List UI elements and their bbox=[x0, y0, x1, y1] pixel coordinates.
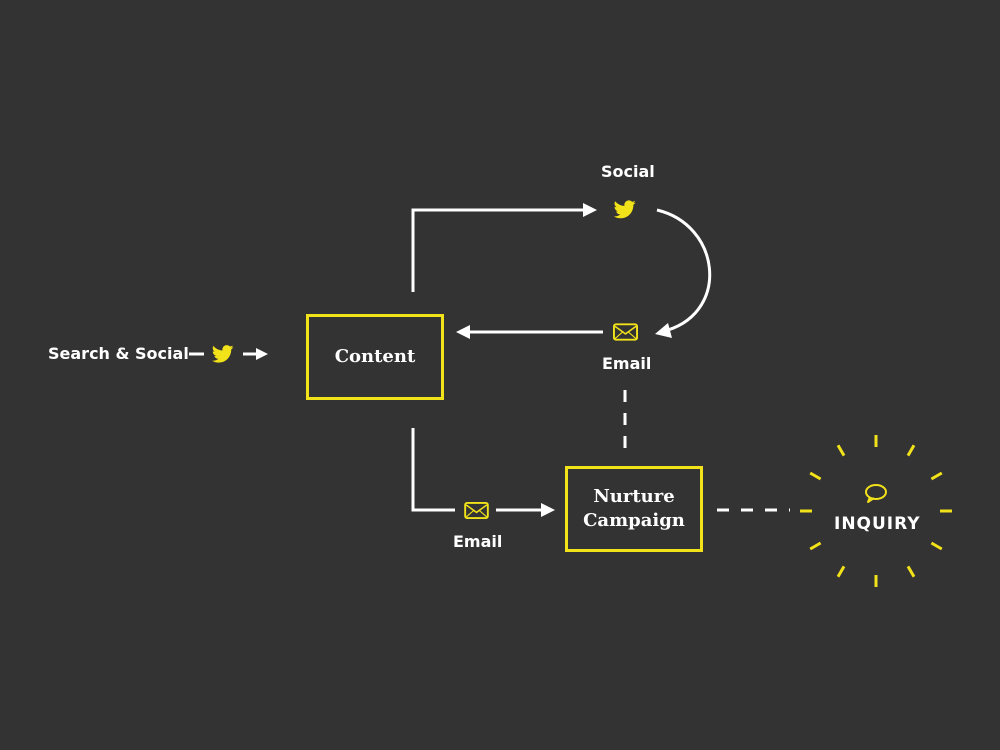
burst-ray bbox=[906, 565, 916, 578]
burst-ray bbox=[809, 471, 822, 481]
burst-ray bbox=[809, 541, 822, 551]
diagram-canvas bbox=[189, 200, 952, 587]
inbound-connector bbox=[189, 345, 268, 363]
twitter-bird-icon bbox=[614, 200, 636, 219]
email-label-top: Email bbox=[602, 354, 652, 373]
email-label-bottom: Email bbox=[453, 532, 503, 551]
social-to-email-curve bbox=[655, 208, 712, 338]
nurture-node-line1: Nurture bbox=[593, 486, 675, 507]
email-to-content-arrow bbox=[456, 325, 603, 339]
twitter-bird-icon bbox=[212, 345, 234, 363]
burst-ray bbox=[930, 541, 943, 551]
search-social-label: Search & Social bbox=[48, 344, 189, 363]
arrow-head bbox=[256, 348, 268, 360]
burst-ray bbox=[930, 471, 943, 481]
inquiry-label: INQUIRY bbox=[834, 514, 921, 534]
burst-ray bbox=[836, 444, 846, 457]
inquiry-burst bbox=[800, 435, 952, 587]
content-to-social-arrow bbox=[411, 203, 597, 292]
content-node[interactable]: Content bbox=[306, 314, 444, 400]
envelope-icon bbox=[613, 323, 638, 341]
social-label: Social bbox=[601, 162, 655, 181]
envelope-icon bbox=[464, 502, 489, 519]
burst-ray bbox=[906, 444, 916, 457]
content-node-label: Content bbox=[334, 346, 416, 367]
burst-ray bbox=[836, 565, 846, 578]
speech-bubble-icon bbox=[865, 484, 887, 503]
nurture-campaign-node[interactable]: Nurture Campaign bbox=[565, 466, 703, 552]
nurture-node-line2: Campaign bbox=[583, 510, 685, 531]
